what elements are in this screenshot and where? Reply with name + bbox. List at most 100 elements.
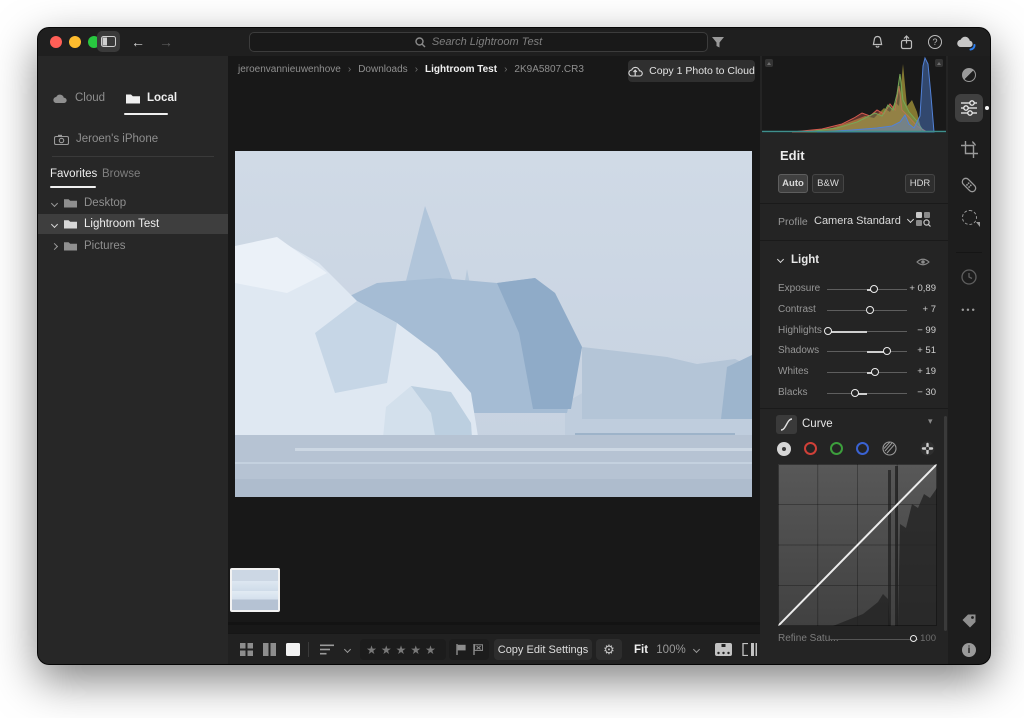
curve-channel-parametric[interactable] [882, 441, 897, 456]
slider-knob[interactable] [871, 368, 879, 376]
curve-channel-red[interactable] [804, 442, 817, 455]
square-grid-view-button[interactable] [261, 634, 277, 665]
edit-tool-button[interactable] [948, 98, 990, 118]
light-section-header[interactable]: Light [778, 254, 819, 266]
curve-tool-button[interactable] [776, 415, 797, 434]
forward-button[interactable]: → [158, 34, 174, 50]
search-input[interactable]: Search Lightroom Test [249, 32, 708, 52]
star-icon[interactable]: ★ [410, 643, 425, 657]
light-visibility-toggle[interactable] [916, 254, 930, 272]
curve-channel-blue[interactable] [856, 442, 869, 455]
bottom-toolbar: ★★★★★ Copy Edit Settings ⚙ Fit 100% [228, 633, 760, 664]
filmstrip-scrollbar[interactable] [228, 622, 760, 625]
tree-item-pictures[interactable]: Pictures [52, 240, 126, 252]
tree-item-desktop[interactable]: Desktop [52, 197, 126, 209]
breadcrumb-item-file[interactable]: 2K9A5807.CR3 [514, 64, 584, 75]
help-button[interactable]: ? [926, 33, 944, 51]
sort-order-dropdown[interactable] [341, 634, 353, 665]
star-icon[interactable]: ★ [381, 643, 396, 657]
star-rating-control[interactable]: ★★★★★ [360, 639, 446, 660]
star-icon[interactable]: ★ [396, 643, 411, 657]
minimize-window-button[interactable] [69, 36, 81, 48]
chevron-down-icon [907, 216, 914, 223]
grid-view-button[interactable] [238, 634, 254, 665]
star-icon[interactable]: ★ [366, 643, 381, 657]
contrast-slider[interactable] [827, 310, 907, 311]
hdr-button[interactable]: HDR [905, 174, 935, 193]
left-sidebar: Cloud Local Jeroen's iPhone Favorites Br… [38, 56, 228, 664]
star-icon[interactable]: ★ [425, 643, 440, 657]
versions-button[interactable] [948, 268, 990, 286]
slider-knob[interactable] [883, 347, 891, 355]
zoom-level[interactable]: 100% [654, 634, 688, 665]
tab-local[interactable]: Local [126, 92, 177, 104]
breadcrumb-item[interactable]: jeroenvannieuwenhove [238, 64, 341, 75]
panel-scrollbar[interactable] [944, 416, 947, 631]
share-button[interactable] [897, 33, 915, 51]
breadcrumb-item-current[interactable]: Lightroom Test [425, 64, 497, 75]
notifications-button[interactable] [868, 33, 886, 51]
curve-channel-all[interactable] [777, 442, 791, 456]
filmstrip-toggle-button[interactable] [712, 634, 734, 665]
info-button[interactable]: i [948, 641, 990, 659]
shadows-slider[interactable] [827, 351, 907, 352]
auto-button[interactable]: Auto [778, 174, 808, 193]
slider-knob[interactable] [866, 306, 874, 314]
chevron-down-icon [343, 646, 350, 653]
copy-edit-settings-button[interactable]: Copy Edit Settings [494, 639, 592, 660]
slider-knob[interactable] [851, 389, 859, 397]
highlight-clipping-toggle[interactable] [935, 59, 943, 67]
back-button[interactable]: ← [130, 34, 146, 50]
tag-icon [961, 613, 977, 629]
profile-browser-button[interactable] [916, 212, 931, 232]
detail-view-button[interactable] [284, 634, 302, 665]
slider-knob[interactable] [870, 285, 878, 293]
keywords-button[interactable] [948, 612, 990, 630]
tone-curve-editor[interactable] [778, 464, 937, 626]
flag-reject-icon[interactable] [473, 644, 483, 655]
tab-browse[interactable]: Browse [102, 168, 140, 180]
exposure-slider[interactable] [827, 289, 907, 290]
profile-select[interactable]: Camera Standard [814, 215, 913, 227]
shadow-clipping-toggle[interactable] [765, 59, 773, 67]
copy-edit-settings-label: Copy Edit Settings [498, 644, 589, 656]
settings-gear-button[interactable]: ⚙ [596, 639, 622, 660]
filter-button[interactable] [710, 34, 726, 50]
edit-panel-title: Edit [780, 148, 805, 163]
histogram[interactable] [762, 56, 946, 133]
highlights-slider[interactable] [827, 331, 907, 332]
slider-knob[interactable] [824, 327, 832, 335]
curve-collapse-dropdown[interactable]: ▾ [928, 416, 933, 427]
masking-tool-button[interactable] [948, 208, 990, 226]
bell-icon [871, 35, 884, 49]
fit-button[interactable]: Fit [630, 634, 652, 665]
presets-button[interactable] [948, 67, 990, 83]
device-row-iphone[interactable]: Jeroen's iPhone [54, 133, 158, 145]
curve-channel-green[interactable] [830, 442, 843, 455]
blacks-slider[interactable] [827, 393, 907, 394]
tab-cloud[interactable]: Cloud [52, 92, 105, 104]
bw-button[interactable]: B&W [812, 174, 844, 193]
more-tools-button[interactable]: ••• [948, 304, 990, 316]
flag-pick-icon[interactable] [456, 644, 466, 655]
filmstrip-thumbnail[interactable] [230, 568, 280, 612]
refine-saturation-slider[interactable] [830, 639, 918, 640]
tab-favorites[interactable]: Favorites [50, 168, 97, 180]
copy-to-cloud-button[interactable]: Copy 1 Photo to Cloud [628, 60, 755, 82]
crop-tool-button[interactable] [948, 140, 990, 158]
healing-tool-button[interactable] [948, 176, 990, 194]
zoom-dropdown[interactable] [690, 634, 702, 665]
targeted-adjustment-button[interactable] [920, 441, 935, 461]
sort-button[interactable] [318, 634, 336, 665]
eye-icon [916, 257, 930, 267]
tree-item-lightroom-test[interactable]: Lightroom Test [52, 218, 159, 230]
slider-knob[interactable] [910, 635, 917, 642]
before-after-button[interactable] [740, 634, 760, 665]
whites-slider[interactable] [827, 372, 907, 373]
cloud-upload-icon [628, 66, 643, 77]
cloud-sync-button[interactable] [954, 32, 978, 52]
sidebar-toggle-button[interactable] [97, 31, 120, 52]
breadcrumb-item[interactable]: Downloads [358, 64, 407, 75]
tab-browse-label: Browse [102, 168, 140, 180]
close-window-button[interactable] [50, 36, 62, 48]
